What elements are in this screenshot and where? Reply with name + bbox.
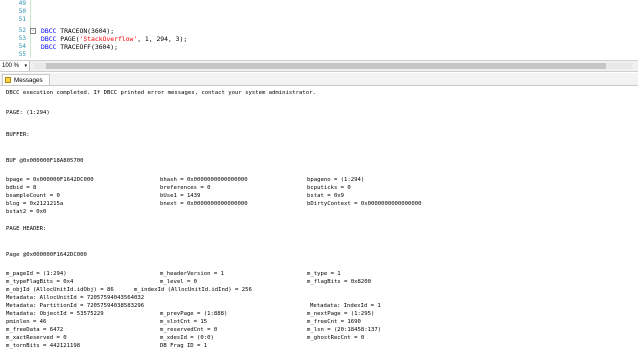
output-field: bnext = 0x0000000000000000 [160,201,248,207]
string-literal: 'StackOverflow' [79,35,138,43]
output-field: m_nextPage = (1:295) [307,311,375,317]
output-field: bstat2 = 0x0 [6,209,47,215]
output-field: Metadata: ObjectId = 53575229 [6,311,104,317]
output-field: m_xdesId = (0:0) [160,335,214,341]
output-field: bstat = 0x9 [307,193,345,199]
output-field: bpageno = (1:294) [307,177,365,183]
output-field: m_lsn = (20:18458:137) [307,327,382,333]
output-line: PAGE: (1:294) [6,110,50,116]
keyword: DBCC [41,43,57,51]
code-text: TRACEOFF(3604); [56,43,118,51]
collapse-icon[interactable]: - [30,28,36,34]
line-number: 49 [18,0,26,7]
output-field: m_headerVersion = 1 [160,271,224,277]
horizontal-scrollbar[interactable] [34,63,632,69]
output-field: m_xactReserved = 0 [6,335,67,341]
output-field: m_prevPage = (1:888) [160,311,228,317]
output-line: Metadata: AllocUnitId = 7205759404356403… [6,295,145,301]
output-field: m_tornBits = 442121198 [6,343,81,349]
output-line: BUFFER: [6,132,30,138]
line-number: 53 [18,35,26,42]
output-field: DB Frag ID = 1 [160,343,208,349]
output-field: m_level = 0 [160,279,198,285]
output-field: m_ghostRecCnt = 0 [307,335,365,341]
line-number: 50 [18,8,26,15]
line-number: 52 [18,27,26,34]
output-field: bsampleCount = 0 [6,193,60,199]
output-field: m_type = 1 [307,271,341,277]
output-field: pminlen = 46 [6,319,47,325]
output-field: m_slotCnt = 15 [160,319,208,325]
line-number: 55 [18,51,26,58]
code-line-54[interactable]: DBCC TRACEOFF(3604); [41,43,118,51]
output-field: m_pageId = (1:294) [6,271,67,277]
output-field: Metadata: IndexId = 1 [310,303,381,309]
code-text: , 1, 294, 3); [137,35,188,43]
output-field: Metadata: PartitionId = 7205759403858329… [6,303,145,309]
output-line: PAGE HEADER: [6,226,47,232]
output-line: m_objId (AllocUnitId.idObj) = 86 m_index… [6,287,252,293]
output-field: bcputicks = 0 [307,185,351,191]
output-field: m_freeData = 6472 [6,327,64,333]
messages-pane[interactable]: DBCC execution completed. If DBCC printe… [0,86,638,359]
query-editor[interactable]: 49 50 51 52 53 54 55 - DBCC TRACEON(3604… [0,0,638,58]
output-field: breferences = 0 [160,185,211,191]
editor-status-bar: 100 % ▾ [0,60,638,72]
output-line: Page @0x000000F1642DC000 [6,252,87,258]
chevron-down-icon[interactable]: ▾ [24,61,27,71]
messages-icon [5,77,11,83]
output-line: BUF @0x000000F18A805700 [6,158,84,164]
tab-label: Messages [14,77,43,84]
output-field: bDirtyContext = 0x0000000000000000 [307,201,422,207]
keyword: DBCC [41,35,57,43]
code-text: TRACEON(3604); [56,27,115,35]
zoom-dropdown[interactable]: 100 % ▾ [0,61,30,71]
output-field: bpage = 0x000000F1642DC000 [6,177,94,183]
output-field: m_reservedCnt = 0 [160,327,218,333]
line-number-gutter: 49 50 51 52 53 54 55 [0,0,28,58]
results-tab-bar: Messages [0,73,638,86]
output-field: bhash = 0x0000000000000000 [160,177,248,183]
output-field: bUse1 = 1439 [160,193,201,199]
keyword: DBCC [41,27,57,35]
output-field: blog = 0x2121215a [6,201,64,207]
zoom-value: 100 % [2,63,20,69]
output-field: bdbid = 8 [6,185,37,191]
scrollbar-thumb[interactable] [46,63,606,69]
code-line-52[interactable]: DBCC TRACEON(3604); [41,27,114,35]
line-number: 51 [18,16,26,23]
output-field: m_freeCnt = 1690 [307,319,361,325]
tab-messages[interactable]: Messages [2,74,50,85]
output-line: DBCC execution completed. If DBCC printe… [6,90,316,96]
line-number: 54 [18,43,26,50]
code-line-53[interactable]: DBCC PAGE('StackOverflow', 1, 294, 3); [41,35,187,43]
output-field: m_typeFlagBits = 0x4 [6,279,74,285]
output-field: m_flagBits = 0x8200 [307,279,371,285]
code-text: PAGE( [56,35,80,43]
